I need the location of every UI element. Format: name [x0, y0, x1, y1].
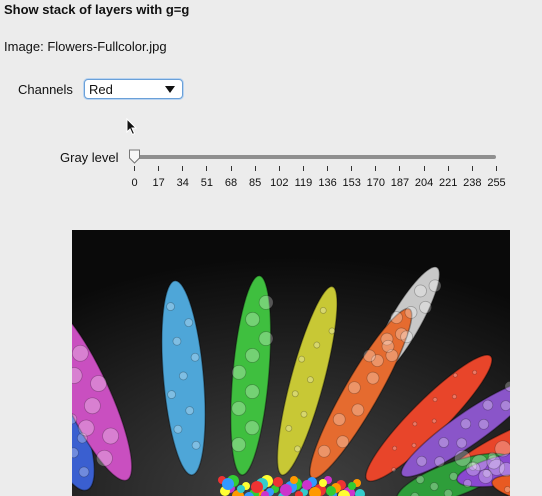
gray-level-tick-mark: [302, 166, 304, 171]
gray-level-tick-label: 255: [487, 177, 506, 189]
gray-level-tick-label: 85: [249, 177, 262, 189]
gray-level-tick-mark: [158, 166, 160, 171]
gray-level-tick-mark: [206, 166, 208, 171]
gray-level-tick-label: 17: [152, 177, 165, 189]
gray-level-tick-mark: [375, 166, 377, 171]
gray-level-tick-mark: [471, 166, 473, 171]
gray-level-tick-label: 68: [224, 177, 238, 189]
water-drop-shape: [184, 318, 194, 328]
gray-level-tick-label: 238: [463, 177, 482, 189]
water-drop-shape: [167, 390, 176, 399]
gray-level-tick-mark: [399, 166, 401, 171]
water-drop-shape: [166, 302, 175, 311]
channels-label: Channels: [18, 82, 73, 97]
image-filename-label: Image: Flowers-Fullcolor.jpg: [4, 39, 167, 54]
gray-level-tick-mark: [230, 166, 232, 171]
flower-center-bead: [280, 484, 292, 496]
water-drop-shape: [185, 406, 195, 416]
gray-level-label: Gray level: [60, 150, 119, 165]
gray-level-tick-mark: [182, 166, 184, 171]
gray-level-tick-mark: [254, 166, 256, 171]
gray-level-ticks: 0 17 34 51 68 85 102 119 136 153 170 187 204 221 238 25…: [0, 0, 542, 200]
gray-level-tick-mark: [447, 166, 449, 171]
gray-level-tick-label: 153: [342, 177, 361, 189]
gray-level-tick-label: 102: [270, 177, 289, 189]
dropdown-arrow-icon: [165, 86, 175, 93]
flower-center-bead: [222, 478, 234, 490]
gray-level-tick-mark: [327, 166, 329, 171]
gray-level-tick-mark: [134, 166, 135, 171]
gray-level-tick-label: 0: [131, 177, 138, 189]
flower-center-bead: [273, 477, 283, 487]
water-drop-shape: [173, 424, 183, 434]
water-drop-shape: [190, 352, 200, 362]
flower-center-bead: [326, 486, 336, 496]
flower-center-bead: [319, 479, 327, 487]
gray-level-tick-mark: [423, 166, 425, 171]
gray-level-tick-label: 204: [414, 177, 434, 189]
gray-level-slider-thumb[interactable]: [128, 149, 141, 164]
gray-level-tick-mark: [278, 166, 280, 171]
flower-image-svg: [72, 230, 510, 496]
gray-level-tick-label: 51: [200, 177, 214, 189]
channels-selected-value: Red: [89, 82, 113, 97]
water-drop-shape: [172, 336, 182, 346]
flower-center-bead: [290, 476, 298, 484]
flower-center-bead: [237, 485, 245, 493]
gray-level-slider-track[interactable]: [134, 155, 496, 159]
flower-center-bead: [348, 482, 356, 490]
gray-level-tick-label: 136: [318, 177, 337, 189]
flower-center-bead: [251, 481, 263, 493]
gray-level-tick-label: 221: [439, 177, 458, 189]
gray-level-tick-mark: [496, 166, 497, 171]
flower-center-bead: [302, 480, 312, 490]
page-title: Show stack of layers with g=g: [4, 2, 190, 17]
water-drop-shape: [178, 371, 188, 381]
water-drop-shape: [191, 440, 201, 450]
gray-level-tick-mark: [351, 166, 353, 171]
gray-level-tick-label: 119: [294, 177, 313, 189]
gray-level-tick-label: 170: [366, 177, 386, 189]
gray-level-tick-label: 187: [390, 177, 410, 189]
gray-level-tick-label: 34: [176, 177, 189, 189]
channels-select[interactable]: Red: [84, 79, 183, 99]
mouse-cursor-icon: [126, 118, 138, 136]
flower-image: [72, 230, 510, 496]
